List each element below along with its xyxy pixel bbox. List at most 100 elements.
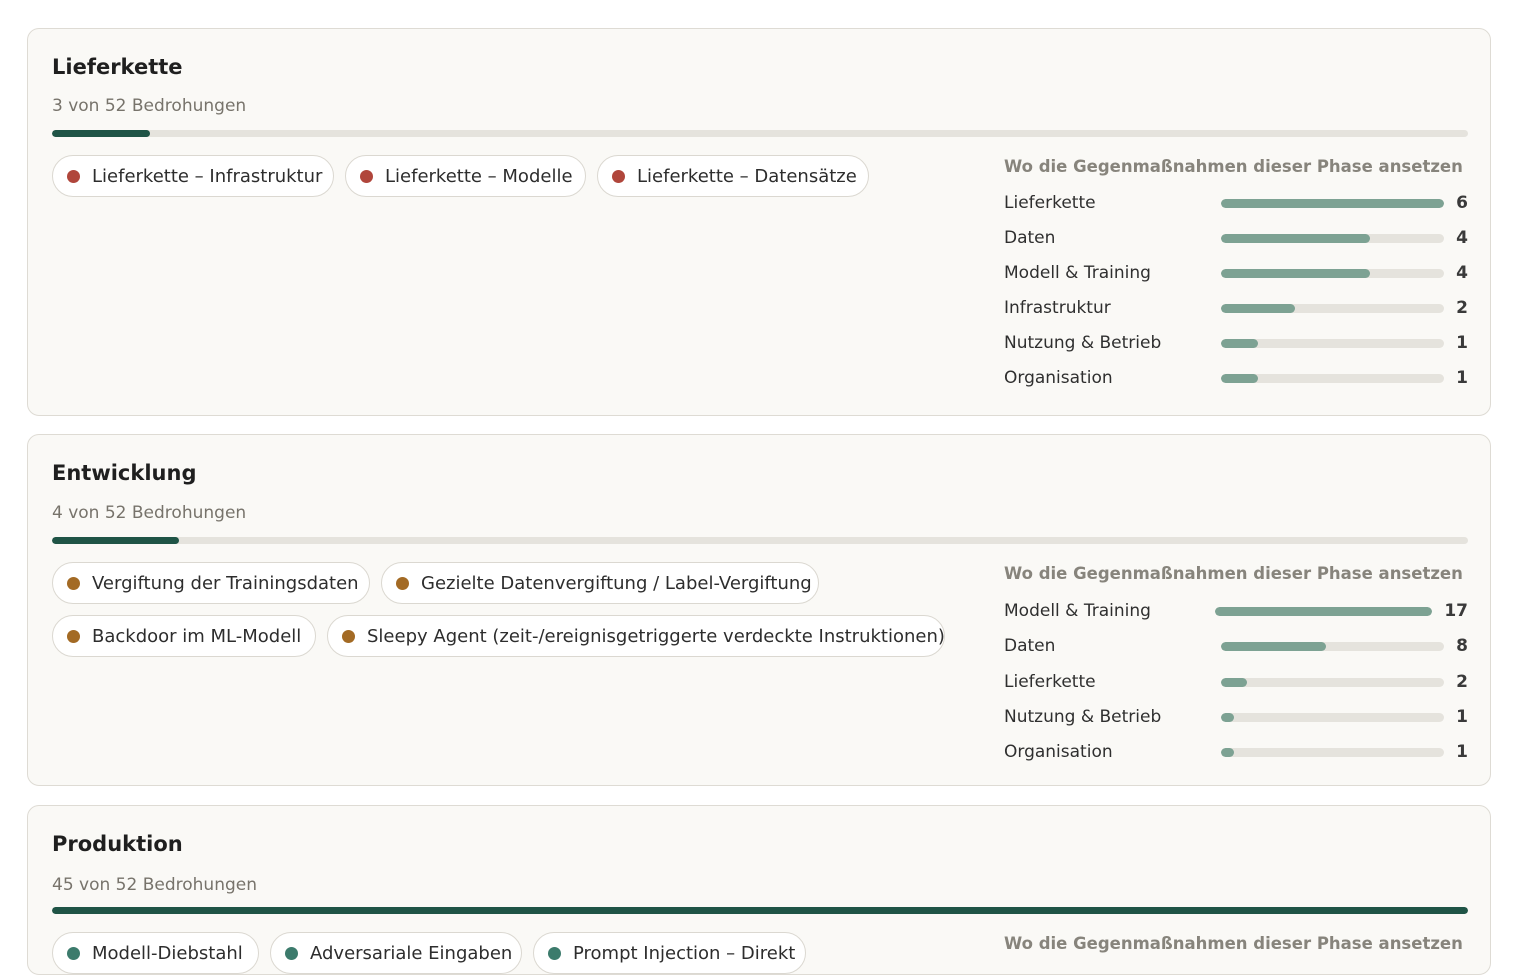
phase-card-entwicklung: Entwicklung 4 von 52 Bedrohungen Vergift… <box>27 434 1491 786</box>
threat-chip[interactable]: Vergiftung der Trainingsdaten <box>52 562 370 604</box>
threat-chip-label: Adversariale Eingaben <box>310 942 513 964</box>
phase-threat-count: 4 von 52 Bedrohungen <box>52 503 247 523</box>
phase-progress-fill <box>52 907 1468 914</box>
threat-chip[interactable]: Lieferkette – Infrastruktur <box>52 155 334 197</box>
phase-progress-bar <box>52 907 1468 914</box>
measure-label: Organisation <box>1004 742 1113 762</box>
measure-bar-track <box>1221 748 1444 757</box>
threat-chip[interactable]: Lieferkette – Modelle <box>345 155 586 197</box>
phase-title: Produktion <box>52 832 183 856</box>
phase-threat-count: 3 von 52 Bedrohungen <box>52 96 247 116</box>
measure-label: Daten <box>1004 636 1056 657</box>
measure-bar-row: Modell & Training 4 <box>1004 261 1468 285</box>
measures-title: Wo die Gegenmaßnahmen dieser Phase anset… <box>1004 157 1463 176</box>
measure-bar-track <box>1215 607 1432 616</box>
measure-label: Daten <box>1004 228 1056 248</box>
measure-label: Lieferkette <box>1004 671 1096 692</box>
severity-dot-icon <box>548 946 561 960</box>
measure-bar-row: Daten 4 <box>1004 226 1468 250</box>
phase-progress-fill <box>52 537 180 544</box>
threat-chip-label: Gezielte Datenvergiftung / Label-Vergift… <box>421 572 812 594</box>
severity-dot-icon <box>67 946 80 960</box>
measure-bar-fill <box>1221 269 1370 278</box>
measure-bar-track <box>1221 642 1444 652</box>
measure-bar-track <box>1221 304 1444 313</box>
severity-dot-icon <box>67 576 80 590</box>
severity-dot-icon <box>285 946 298 960</box>
threat-chip-label: Prompt Injection – Direkt <box>573 942 796 964</box>
measure-count: 1 <box>1456 333 1468 353</box>
threat-chip[interactable]: Gezielte Datenvergiftung / Label-Vergift… <box>381 562 819 604</box>
measure-bar-row: Modell & Training 17 <box>1004 599 1468 623</box>
measure-bar-track <box>1221 269 1444 278</box>
measure-count: 4 <box>1456 263 1468 283</box>
previous-section-edge <box>0 0 1521 2</box>
measure-bar-row: Nutzung & Betrieb 1 <box>1004 705 1468 729</box>
threat-chip-label: Sleepy Agent (zeit-/ereignisgetriggerte … <box>367 625 945 647</box>
measure-bar-track <box>1221 712 1444 722</box>
measure-label: Lieferkette <box>1004 193 1096 213</box>
measure-bar-fill <box>1221 199 1444 208</box>
measure-count: 2 <box>1456 671 1468 692</box>
threat-chip[interactable]: Sleepy Agent (zeit-/ereignisgetriggerte … <box>327 615 945 657</box>
measure-count: 8 <box>1456 636 1468 657</box>
severity-dot-icon <box>396 576 409 590</box>
measure-label: Nutzung & Betrieb <box>1004 333 1162 353</box>
measure-count: 17 <box>1444 601 1468 621</box>
phase-title: Lieferkette <box>52 55 183 79</box>
measure-bar-row: Infrastruktur 2 <box>1004 296 1468 320</box>
severity-dot-icon <box>67 629 80 643</box>
measure-bar-row: Nutzung & Betrieb 1 <box>1004 331 1468 355</box>
measure-bar-fill <box>1221 339 1259 348</box>
measure-bar-row: Organisation 1 <box>1004 740 1468 764</box>
threat-chip-label: Lieferkette – Datensätze <box>637 165 857 187</box>
threat-chip[interactable]: Backdoor im ML-Modell <box>52 615 316 657</box>
severity-dot-icon <box>67 169 80 183</box>
threat-chip-label: Lieferkette – Infrastruktur <box>92 165 323 187</box>
measure-count: 1 <box>1456 706 1468 727</box>
severity-dot-icon <box>612 169 625 183</box>
measure-bar-track <box>1221 374 1444 383</box>
measure-label: Modell & Training <box>1004 263 1151 283</box>
measure-bar-track <box>1221 199 1444 208</box>
measures-title: Wo die Gegenmaßnahmen dieser Phase anset… <box>1004 564 1463 583</box>
measure-bar-row: Lieferkette 2 <box>1004 670 1468 694</box>
measure-bar-fill <box>1215 607 1432 616</box>
measure-bar-fill <box>1221 642 1326 652</box>
measure-count: 1 <box>1456 368 1468 388</box>
measure-label: Infrastruktur <box>1004 298 1111 318</box>
measure-count: 6 <box>1456 193 1468 213</box>
phase-progress-bar <box>52 130 1468 137</box>
threat-chip-label: Backdoor im ML-Modell <box>92 625 302 647</box>
measure-count: 4 <box>1456 228 1468 248</box>
phase-card-lieferkette: Lieferkette 3 von 52 Bedrohungen Lieferk… <box>27 28 1491 416</box>
measure-bar-fill <box>1221 677 1248 687</box>
measure-bar-row: Lieferkette 6 <box>1004 191 1468 215</box>
measure-bar-track <box>1221 677 1444 687</box>
measure-bar-row: Organisation 1 <box>1004 366 1468 390</box>
threat-chip[interactable]: Modell-Diebstahl <box>52 932 259 974</box>
measure-label: Modell & Training <box>1004 601 1151 621</box>
phase-progress-bar <box>52 537 1468 544</box>
measure-label: Organisation <box>1004 368 1113 388</box>
threat-chip[interactable]: Prompt Injection – Direkt <box>533 932 806 974</box>
measure-bar-fill <box>1221 374 1259 383</box>
measure-bar-fill <box>1221 748 1235 757</box>
measure-bar-fill <box>1221 234 1370 243</box>
measure-bar-track <box>1221 234 1444 243</box>
measure-bar-fill <box>1221 304 1296 313</box>
phase-title: Entwicklung <box>52 461 197 485</box>
threat-chip[interactable]: Adversariale Eingaben <box>270 932 522 974</box>
phase-progress-fill <box>52 130 150 137</box>
threat-chip[interactable]: Lieferkette – Datensätze <box>597 155 869 197</box>
severity-dot-icon <box>360 169 373 183</box>
measure-bar-fill <box>1221 712 1235 722</box>
measure-label: Nutzung & Betrieb <box>1004 706 1162 727</box>
phase-threat-count: 45 von 52 Bedrohungen <box>52 875 257 895</box>
measures-title: Wo die Gegenmaßnahmen dieser Phase anset… <box>1004 934 1463 953</box>
measure-bar-track <box>1221 339 1444 348</box>
threat-chip-label: Lieferkette – Modelle <box>385 165 573 187</box>
threat-chip-label: Vergiftung der Trainingsdaten <box>92 572 359 594</box>
measure-count: 1 <box>1456 742 1468 762</box>
threat-chip-label: Modell-Diebstahl <box>92 942 243 964</box>
